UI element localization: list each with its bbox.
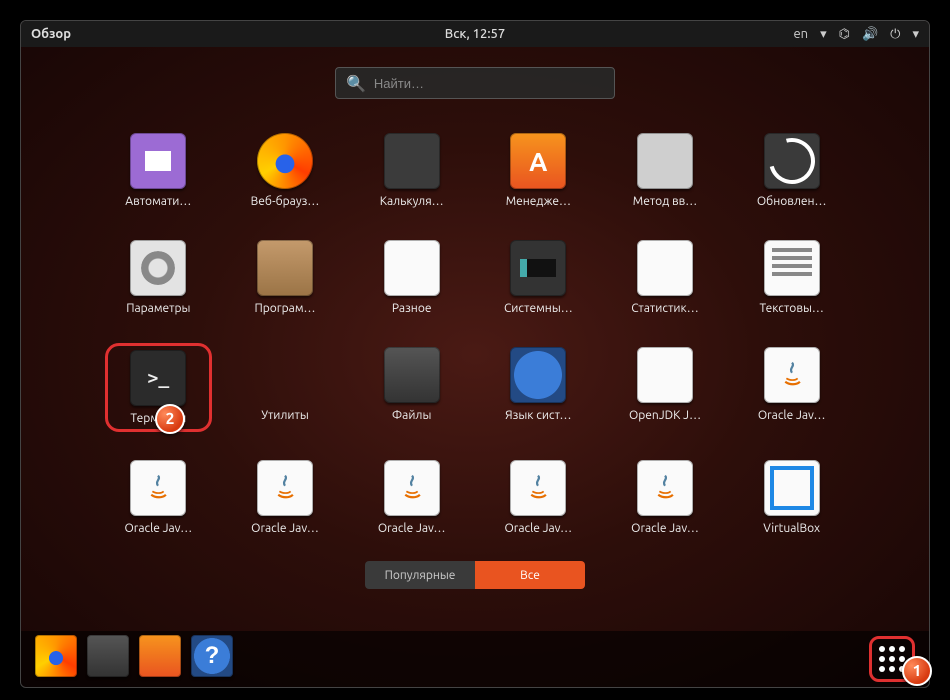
app-label: Файлы (392, 409, 431, 422)
app-stats[interactable]: Статистик… (612, 236, 719, 319)
top-bar: Обзор Вск, 12:57 en ▾ ⌬ 🔊 ⏻ ▾ (21, 21, 929, 47)
app-text-editor[interactable]: Текстовы… (738, 236, 845, 319)
app-virtualbox-icon (764, 460, 820, 516)
dock (21, 631, 929, 687)
app-label: Oracle Jav… (631, 522, 699, 535)
app-firefox-icon (257, 133, 313, 189)
app-input-method[interactable]: Метод вв… (612, 129, 719, 212)
app-label: Системны… (504, 302, 573, 315)
dock-software[interactable] (139, 635, 181, 677)
dock-files[interactable] (87, 635, 129, 677)
app-label: Oracle Jav… (125, 522, 193, 535)
folder-utilities[interactable]: Утилиты (232, 343, 339, 432)
keyboard-layout-indicator[interactable]: en (793, 27, 808, 41)
app-openjdk[interactable]: OpenJDK J… (612, 343, 719, 432)
app-label: Метод вв… (633, 195, 697, 208)
view-toggle: Популярные Все (365, 561, 585, 589)
system-tray[interactable]: en ▾ ⌬ 🔊 ⏻ ▾ (793, 27, 919, 42)
app-software-props-icon (257, 240, 313, 296)
app-label: Разное (392, 302, 432, 315)
dock-firefox[interactable] (35, 635, 77, 677)
app-software-icon (510, 133, 566, 189)
app-system-monitor[interactable]: Системны… (485, 236, 592, 319)
app-label: Утилиты (261, 409, 309, 422)
app-oracle-java-5-icon (510, 460, 566, 516)
app-label: Текстовы… (759, 302, 823, 315)
folder-utilities-icon (257, 347, 313, 403)
folder-misc[interactable]: Разное (358, 236, 465, 319)
app-oracle-java-5[interactable]: Oracle Jav… (485, 456, 592, 539)
app-terminal-icon (130, 350, 186, 406)
app-stats-icon (637, 240, 693, 296)
app-autostart-icon (130, 133, 186, 189)
app-oracle-java-4[interactable]: Oracle Jav… (358, 456, 465, 539)
app-files-icon (384, 347, 440, 403)
app-calculator[interactable]: Калькуля… (358, 129, 465, 212)
app-settings-icon (130, 240, 186, 296)
app-settings[interactable]: Параметры (105, 236, 212, 319)
search-icon: 🔍 (346, 74, 366, 93)
search-input[interactable] (374, 76, 604, 91)
app-oracle-java-1[interactable]: Oracle Jav… (738, 343, 845, 432)
app-system-monitor-icon (510, 240, 566, 296)
network-icon[interactable]: ⌬ (839, 27, 850, 42)
app-label: Веб-брауз… (251, 195, 320, 208)
app-updates[interactable]: Обновлен… (738, 129, 845, 212)
app-updates-icon (764, 133, 820, 189)
app-label: Oracle Jav… (378, 522, 446, 535)
app-label: OpenJDK J… (629, 409, 701, 422)
app-label: Параметры (126, 302, 190, 315)
app-autostart[interactable]: Автомати… (105, 129, 212, 212)
app-oracle-java-2[interactable]: Oracle Jav… (105, 456, 212, 539)
desktop-frame: Обзор Вск, 12:57 en ▾ ⌬ 🔊 ⏻ ▾ 🔍 Автомати… (20, 20, 930, 688)
app-files[interactable]: Файлы (358, 343, 465, 432)
app-software[interactable]: Менедже… (485, 129, 592, 212)
volume-icon[interactable]: 🔊 (862, 27, 878, 42)
app-oracle-java-3-icon (257, 460, 313, 516)
app-language[interactable]: Язык сист… (485, 343, 592, 432)
app-calculator-icon (384, 133, 440, 189)
app-label: Язык сист… (505, 409, 571, 422)
app-label: Статистик… (631, 302, 698, 315)
app-oracle-java-6-icon (637, 460, 693, 516)
app-label: Автомати… (125, 195, 191, 208)
app-oracle-java-1-icon (764, 347, 820, 403)
app-label: Менедже… (506, 195, 571, 208)
app-oracle-java-3[interactable]: Oracle Jav… (232, 456, 339, 539)
app-language-icon (510, 347, 566, 403)
app-openjdk-icon (637, 347, 693, 403)
app-label: Oracle Jav… (758, 409, 826, 422)
chevron-down-icon: ▾ (820, 27, 827, 42)
tab-frequent[interactable]: Популярные (365, 561, 475, 589)
apps-grid-icon (879, 646, 905, 672)
app-label: Oracle Jav… (504, 522, 572, 535)
power-icon[interactable]: ⏻ (890, 27, 900, 42)
folder-misc-icon (384, 240, 440, 296)
app-label: Калькуля… (380, 195, 444, 208)
app-oracle-java-6[interactable]: Oracle Jav… (612, 456, 719, 539)
chevron-down-icon: ▾ (912, 27, 919, 42)
app-grid: Автомати… Веб-брауз… Калькуля… Менедже… Мето… (105, 129, 845, 539)
app-label: Обновлен… (757, 195, 827, 208)
annotation-badge-2: 2 (155, 404, 185, 434)
tab-all[interactable]: Все (475, 561, 585, 589)
app-software-props[interactable]: Програм… (232, 236, 339, 319)
app-oracle-java-2-icon (130, 460, 186, 516)
app-virtualbox[interactable]: VirtualBox (738, 456, 845, 539)
app-label: VirtualBox (763, 522, 820, 535)
activities-button[interactable]: Обзор (31, 27, 71, 41)
app-firefox[interactable]: Веб-брауз… (232, 129, 339, 212)
app-label: Програм… (254, 302, 315, 315)
app-oracle-java-4-icon (384, 460, 440, 516)
search-field[interactable]: 🔍 (335, 67, 615, 99)
annotation-badge-1: 1 (902, 656, 932, 686)
app-text-editor-icon (764, 240, 820, 296)
app-label: Oracle Jav… (251, 522, 319, 535)
app-input-method-icon (637, 133, 693, 189)
dock-help[interactable] (191, 635, 233, 677)
